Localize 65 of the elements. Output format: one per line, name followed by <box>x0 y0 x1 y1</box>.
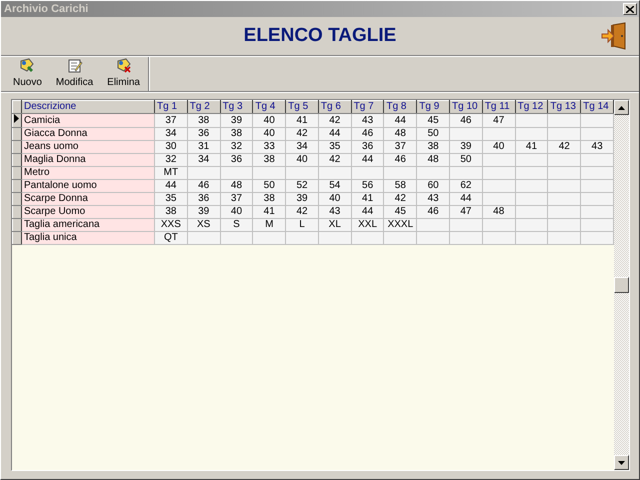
table-cell: 39 <box>220 114 253 128</box>
table-cell: 43 <box>351 114 384 128</box>
row-selector[interactable] <box>12 154 22 166</box>
table-cell: Maglia Donna <box>22 154 154 166</box>
table-cell: 38 <box>187 114 220 128</box>
table-cell: Giacca Donna <box>22 128 154 140</box>
row-selector[interactable] <box>12 218 22 232</box>
new-record-icon <box>19 58 36 74</box>
table-cell: 42 <box>318 114 352 128</box>
toolbar-button[interactable]: Modifica <box>52 58 98 88</box>
table-cell: Taglia americana <box>22 218 154 232</box>
row-selector[interactable] <box>12 128 22 140</box>
column-header[interactable]: Tg 9 <box>416 100 450 114</box>
scroll-down-button[interactable] <box>614 455 629 470</box>
table-cell: 37 <box>154 114 188 128</box>
table-cell: Pantalone uomo <box>22 180 154 192</box>
table-cell: Jeans uomo <box>22 140 154 154</box>
close-button[interactable] <box>623 3 637 15</box>
column-header[interactable]: Tg 3 <box>220 100 253 114</box>
vertical-scrollbar[interactable] <box>614 100 629 470</box>
window-title: Archivio Carichi <box>4 3 88 15</box>
column-header[interactable]: Tg 12 <box>515 100 548 114</box>
scroll-up-button[interactable] <box>614 100 629 115</box>
toolbar-button[interactable]: Elimina <box>103 58 144 88</box>
column-header[interactable]: Descrizione <box>22 100 154 114</box>
row-selector[interactable] <box>12 206 22 218</box>
row-selector[interactable] <box>12 166 22 180</box>
column-header[interactable]: Tg 13 <box>548 100 581 114</box>
toolbar-button[interactable]: Nuovo <box>9 58 46 88</box>
table-cell: Metro <box>22 166 154 180</box>
down-arrow-icon <box>618 460 625 464</box>
column-header[interactable]: Tg 5 <box>286 100 318 114</box>
column-header[interactable]: Tg 4 <box>252 100 286 114</box>
table-cell: 46 <box>450 114 482 128</box>
edit-document-icon <box>66 58 83 74</box>
table-cell: Scarpe Uomo <box>22 206 154 218</box>
table-cell: 40 <box>252 114 286 128</box>
table-cell: 45 <box>416 114 450 128</box>
table-cell: 41 <box>286 114 318 128</box>
table-cell: Camicia <box>22 114 154 128</box>
current-row-icon <box>14 114 19 123</box>
column-header[interactable]: Tg 7 <box>351 100 384 114</box>
scroll-thumb[interactable] <box>614 277 629 293</box>
row-selector[interactable] <box>12 114 22 128</box>
column-header[interactable]: Tg 1 <box>154 100 188 114</box>
row-selector[interactable] <box>12 140 22 154</box>
table-cell: 44 <box>384 114 417 128</box>
table-cell: Taglia unica <box>22 232 154 244</box>
column-header[interactable]: Tg 6 <box>318 100 352 114</box>
column-header[interactable]: Tg 8 <box>384 100 417 114</box>
page-title: ELENCO TAGLIE <box>244 25 396 47</box>
column-header[interactable]: Tg 10 <box>450 100 482 114</box>
table-cell: Scarpe Donna <box>22 192 154 206</box>
exit-button[interactable] <box>601 22 627 50</box>
row-selector[interactable] <box>12 232 22 244</box>
row-selector[interactable] <box>12 192 22 206</box>
delete-record-icon <box>116 58 132 74</box>
up-arrow-icon <box>618 106 625 110</box>
column-header[interactable]: Tg 14 <box>580 100 614 114</box>
column-header[interactable]: Tg 2 <box>187 100 220 114</box>
table-cell: 47 <box>482 114 516 128</box>
row-selector[interactable] <box>12 180 22 192</box>
door-exit-icon <box>601 22 627 50</box>
column-header[interactable]: Tg 11 <box>482 100 516 114</box>
close-icon <box>626 6 634 12</box>
